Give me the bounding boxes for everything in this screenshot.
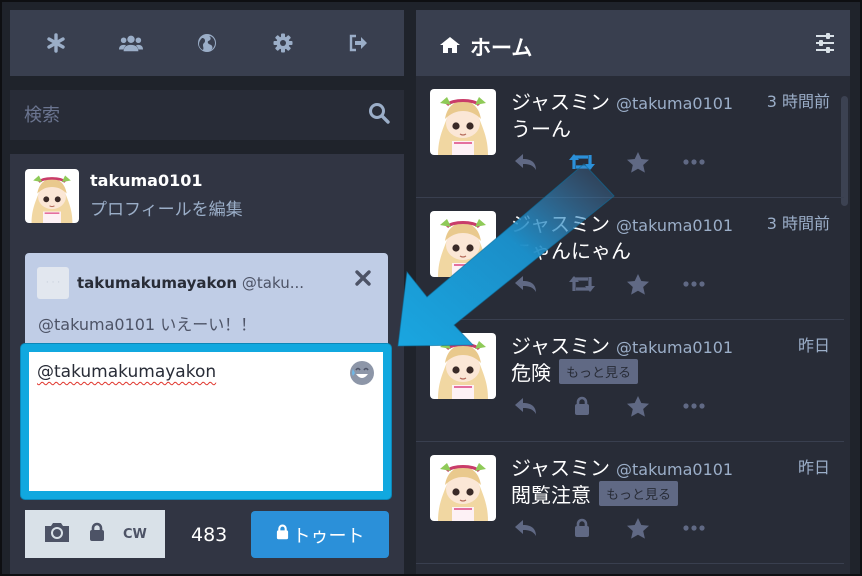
lock-icon[interactable] <box>89 522 105 546</box>
current-account: takuma0101 プロフィールを編集 <box>25 169 243 223</box>
compose-tools: CW <box>25 510 165 558</box>
account-username: takuma0101 <box>90 171 203 190</box>
compose-panel: takuma0101 プロフィールを編集 · · · takumakumayak… <box>10 154 404 574</box>
gear-icon[interactable] <box>271 31 295 55</box>
reply-icon[interactable] <box>512 151 540 173</box>
boost-icon[interactable] <box>568 273 596 295</box>
search-input[interactable] <box>24 104 368 126</box>
lock-icon <box>276 524 289 545</box>
status-author[interactable]: ジャスミン @takuma0101 <box>511 208 733 237</box>
status-actions <box>512 395 736 417</box>
sign-out-icon[interactable] <box>346 31 370 55</box>
status-time[interactable]: 3 時間前 <box>767 210 830 234</box>
avatar[interactable] <box>430 333 496 399</box>
toot-button[interactable]: トゥート <box>251 511 389 558</box>
home-column: ホーム ジャスミン @takuma0101 3 時間前 うーん ジャスミン @takuma… <box>416 10 850 574</box>
star-icon[interactable] <box>624 273 652 295</box>
more-options-icon[interactable] <box>680 151 708 173</box>
globe-icon[interactable] <box>195 31 219 55</box>
avatar[interactable] <box>25 169 79 223</box>
compose-textarea[interactable]: @takumakumayakon <box>21 344 391 499</box>
more-options-icon[interactable] <box>680 395 708 417</box>
compose-text[interactable]: @takumakumayakon <box>37 362 216 382</box>
status-actions <box>512 517 736 539</box>
avatar[interactable] <box>430 455 496 521</box>
avatar[interactable] <box>430 89 496 155</box>
status-author[interactable]: ジャスミン @takuma0101 <box>511 330 733 359</box>
column-header: ホーム <box>416 10 850 76</box>
status-actions <box>512 151 736 173</box>
column-settings-icon[interactable] <box>814 32 836 54</box>
column-title[interactable]: ホーム <box>440 32 532 62</box>
reply-icon[interactable] <box>512 517 540 539</box>
status-content: 危険 もっと見る <box>511 357 639 386</box>
show-more-button[interactable]: もっと見る <box>559 359 639 384</box>
toot-label: トゥート <box>292 525 365 547</box>
reply-icon[interactable] <box>512 273 540 295</box>
status-item[interactable]: ジャスミン @takuma0101 昨日危険 もっと見る <box>416 320 844 442</box>
star-icon[interactable] <box>624 517 652 539</box>
status-content: にゃんにゃん <box>511 239 631 263</box>
status-author[interactable]: ジャスミン @takuma0101 <box>511 86 733 115</box>
emoji-picker-icon[interactable] <box>349 360 374 385</box>
lock-icon <box>568 395 596 417</box>
status-time[interactable]: 3 時間前 <box>767 88 830 112</box>
reply-icon[interactable] <box>512 395 540 417</box>
edit-profile-link[interactable]: プロフィールを編集 <box>90 195 243 220</box>
users-icon[interactable] <box>119 31 144 55</box>
reply-avatar[interactable]: · · · <box>37 267 69 299</box>
compose-column: takuma0101 プロフィールを編集 · · · takumakumayak… <box>10 10 404 574</box>
cw-button[interactable]: CW <box>123 527 147 542</box>
avatar[interactable] <box>430 211 496 277</box>
character-counter: 483 <box>191 524 228 546</box>
reply-text: @takuma0101 いえーい！！ <box>38 315 257 334</box>
lock-icon <box>568 517 596 539</box>
show-more-button[interactable]: もっと見る <box>599 481 679 506</box>
more-options-icon[interactable] <box>680 273 708 295</box>
close-icon[interactable] <box>352 267 374 289</box>
search-bar <box>10 90 404 140</box>
status-content: 閲覧注意 もっと見る <box>511 479 679 508</box>
star-icon[interactable] <box>624 395 652 417</box>
status-content: うーん <box>511 117 571 141</box>
status-author[interactable]: ジャスミン @takuma0101 <box>511 452 733 481</box>
drawer-nav <box>10 10 404 76</box>
reply-author[interactable]: takumakumayakon @taku... <box>77 274 304 292</box>
status-time[interactable]: 昨日 <box>798 454 830 478</box>
app-window: takuma0101 プロフィールを編集 · · · takumakumayak… <box>0 0 862 576</box>
status-item[interactable]: ジャスミン @takuma0101 3 時間前にゃんにゃん <box>416 198 844 320</box>
status-actions <box>512 273 736 295</box>
search-icon[interactable] <box>368 102 390 128</box>
asterisk-icon[interactable] <box>44 31 68 55</box>
home-icon <box>440 35 460 59</box>
star-icon[interactable] <box>624 151 652 173</box>
status-item[interactable]: ジャスミン @takuma0101 昨日閲覧注意 もっと見る <box>416 442 844 564</box>
boost-icon[interactable] <box>568 151 596 173</box>
more-options-icon[interactable] <box>680 517 708 539</box>
camera-icon[interactable] <box>43 521 71 547</box>
status-item[interactable]: ジャスミン @takuma0101 3 時間前うーん <box>416 76 844 198</box>
reply-indicator: · · · takumakumayakon @taku... @takuma01… <box>25 253 388 346</box>
status-time[interactable]: 昨日 <box>798 332 830 356</box>
